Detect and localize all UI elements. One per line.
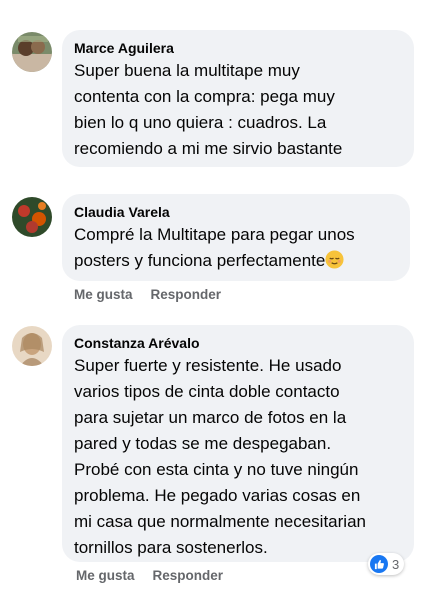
thumbs-up-icon <box>370 555 388 573</box>
avatar[interactable] <box>12 197 52 237</box>
comment-author[interactable]: Marce Aguilera <box>74 39 402 57</box>
reply-button[interactable]: Responder <box>151 287 222 302</box>
profile-photo-icon <box>12 32 52 72</box>
comment-actions: Me gusta Responder <box>76 568 223 583</box>
like-button[interactable]: Me gusta <box>74 287 133 302</box>
comment-author[interactable]: Constanza Arévalo <box>74 334 402 352</box>
comment-actions: Me gusta Responder <box>74 287 221 302</box>
reply-button[interactable]: Responder <box>153 568 224 583</box>
avatar[interactable] <box>12 32 52 72</box>
reaction-count: 3 <box>392 556 400 572</box>
reaction-summary[interactable]: 3 <box>368 553 405 575</box>
comment-text: Super buena la multitape muy contenta co… <box>74 61 343 158</box>
comment-bubble: Claudia Varela Compré la Multitape para … <box>62 194 410 281</box>
like-button[interactable]: Me gusta <box>76 568 135 583</box>
comment-author[interactable]: Claudia Varela <box>74 203 398 221</box>
profile-photo-icon <box>12 197 52 237</box>
comment-text: Super fuerte y resistente. He usado vari… <box>74 356 366 557</box>
avatar[interactable] <box>12 326 52 366</box>
comment-bubble: Marce Aguilera Super buena la multitape … <box>62 30 414 167</box>
comment-text: Compré la Multitape para pegar unos post… <box>74 222 398 274</box>
profile-photo-icon <box>12 326 52 366</box>
comment-bubble: Constanza Arévalo Super fuerte y resiste… <box>62 325 414 562</box>
comment-text-body: Compré la Multitape para pegar unos post… <box>74 225 355 270</box>
relieved-face-emoji-icon <box>325 250 344 269</box>
